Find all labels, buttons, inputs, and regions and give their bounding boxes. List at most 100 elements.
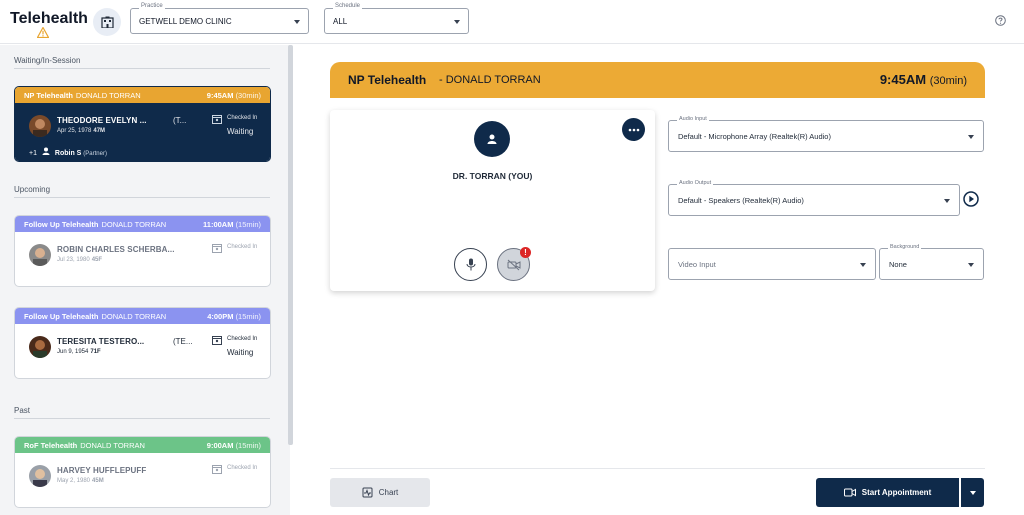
practice-select[interactable]: Practice GETWELL DEMO CLINIC [130,3,309,34]
checkin-status: Checked In [227,336,258,342]
appointment-type: RoF Telehealth [24,440,78,450]
card-body: TERESITA TESTERO... (TE... Jun 9, 1954 71… [15,324,270,378]
card-header: Follow Up Telehealth DONALD TORRAN 11:00A… [15,216,270,232]
appointment-type: Follow Up Telehealth [24,311,99,321]
schedule-label: Schedule [333,3,363,9]
patient-dob: May 2, 1980 [57,478,91,484]
practice-value: GETWELL DEMO CLINIC [139,17,232,26]
section-title-upcoming: Upcoming [14,185,51,194]
person-icon [42,147,50,155]
provider-name: DONALD TORRAN [101,311,167,321]
section-divider [14,418,270,419]
person-icon [474,121,510,157]
session-type: NP Telehealth [348,73,427,87]
companion-name: Robin S [54,150,82,157]
patient-name: TERESITA TESTERO... [57,337,145,346]
audio-output-select[interactable]: Audio Output Default - Speakers (Realtek… [668,180,960,216]
more-horizontal-icon [628,128,639,131]
patient-tag: (TE... [173,337,193,346]
background-label: Background [888,244,922,250]
session-time-wrap: 9:45AM (30min) [880,72,967,87]
audio-output-value: Default - Speakers (Realtek(R) Audio) [678,196,804,205]
chevron-down-icon [294,20,300,24]
appointment-time: 11:00AM [203,219,234,229]
patient-name: HARVEY HUFFLEPUFF [57,466,147,475]
patient-dob: Apr 25, 1978 [57,128,92,134]
warning-icon[interactable] [37,27,49,38]
calendar-check-icon [212,115,222,124]
appointment-card-active[interactable]: NP Telehealth DONALD TORRAN 9:45AM (30min… [14,86,271,162]
card-body: HARVEY HUFFLEPUFF May 2, 1980 45M Checked… [15,453,270,507]
card-header: RoF Telehealth DONALD TORRAN 9:00AM (15mi… [15,437,270,453]
schedule-value: ALL [333,17,348,26]
practice-label: Practice [139,3,165,9]
provider-name: DONALD TORRAN [101,219,167,229]
patient-name: ROBIN CHARLES SCHERBA... [57,245,175,254]
chevron-down-icon [454,20,460,24]
appointment-type: Follow Up Telehealth [24,219,99,229]
appointment-duration: (15min) [235,440,261,450]
self-name: DR. TORRAN (YOU) [452,171,533,181]
patient-avatar [29,115,51,137]
more-options-button[interactable] [622,118,645,141]
help-icon[interactable] [995,15,1006,26]
audio-output-label: Audio Output [677,180,714,186]
chart-icon [362,487,373,498]
microphone-icon [466,258,475,271]
session-duration: (30min) [929,75,967,87]
patient-dob: Jul 23, 1980 [57,257,90,263]
patient-avatar [29,465,51,487]
checkin-status: Checked In [227,115,258,121]
play-test-sound-icon[interactable] [963,191,979,207]
patient-meta: Jun 9, 1954 71F [57,349,101,355]
video-preview: DR. TORRAN (YOU) ! [330,110,655,291]
appointment-duration: (30min) [235,90,261,100]
waiting-status: Waiting [227,127,254,136]
camera-off-icon [507,259,520,270]
card-header: NP Telehealth DONALD TORRAN 9:45AM (30min… [15,87,270,103]
background-select[interactable]: Background None [879,244,984,280]
section-title-past: Past [14,406,31,415]
app-title: Telehealth [10,10,88,27]
waiting-status: Waiting [227,348,254,357]
appointment-card[interactable]: Follow Up Telehealth DONALD TORRAN 11:00A… [14,215,271,287]
checkin-status: Checked In [227,244,258,250]
section-divider [14,197,270,198]
patient-name: THEODORE EVELYN ... [57,116,147,125]
sidebar-scrollbar[interactable] [288,45,293,445]
video-input-select[interactable]: Video Input [668,248,876,280]
provider-name: DONALD TORRAN [80,440,145,450]
microphone-toggle-button[interactable] [454,248,487,281]
chevron-down-icon [860,263,866,267]
audio-input-label: Audio Input [677,116,709,122]
audio-input-select[interactable]: Audio Input Default - Microphone Array (… [668,116,984,152]
appointment-duration: (15min) [235,311,261,321]
section-divider [14,68,270,69]
companion-count: +1 [29,150,37,157]
appointment-time: 9:00AM [206,440,234,450]
appointment-type: NP Telehealth [24,90,73,100]
clinic-building-icon[interactable] [93,8,121,36]
companion-info: +1 Robin S (Partner) [29,147,107,157]
start-appointment-options-button[interactable] [961,478,984,507]
start-appointment-button[interactable]: Start Appointment [816,478,959,507]
camera-alert-badge: ! [520,247,531,258]
patient-age-sex: 45M [92,478,104,484]
chevron-down-icon [968,263,974,267]
chevron-down-icon [968,135,974,139]
section-title-waiting: Waiting/In-Session [14,56,81,65]
chevron-down-icon [969,490,976,495]
session-provider: - DONALD TORRAN [439,74,541,86]
appointment-card[interactable]: Follow Up Telehealth DONALD TORRAN 4:00PM… [14,307,271,379]
appointment-duration: (15min) [235,219,261,229]
schedule-select[interactable]: Schedule ALL [324,3,469,34]
chart-button[interactable]: Chart [330,478,430,507]
patient-avatar [29,244,51,266]
appointment-card[interactable]: RoF Telehealth DONALD TORRAN 9:00AM (15mi… [14,436,271,508]
appointment-time: 9:45AM [206,90,234,100]
app-header: Telehealth Practice GETWELL DEMO CLINIC … [0,0,1024,44]
appointment-time: 4:00PM [207,311,234,321]
patient-age-sex: 71F [90,349,101,355]
session-time: 9:45AM [879,72,927,87]
calendar-check-icon [212,465,222,474]
